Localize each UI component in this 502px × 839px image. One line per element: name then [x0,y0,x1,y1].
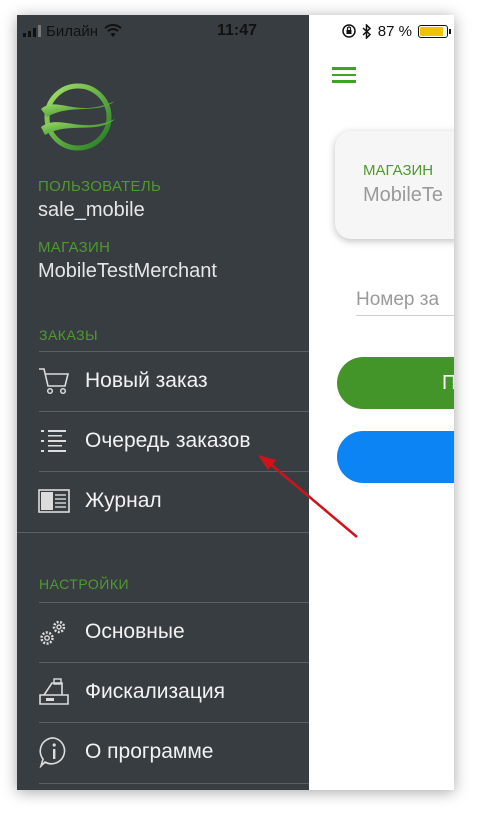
status-bar-right: 87 % [342,21,451,41]
battery-fill [420,26,443,36]
phone-screen: Билайн 11:47 ПОЛЬЗОВАТЕЛЬ sale_mobile МА… [17,15,454,790]
journal-icon [37,484,71,518]
menu-item-label: Очередь заказов [85,429,251,452]
signal-icon [23,25,41,37]
menu-item-label: Журнал [85,489,162,512]
navigation-drawer: Билайн 11:47 ПОЛЬЗОВАТЕЛЬ sale_mobile МА… [17,15,309,790]
menu-item-label: Фискализация [85,680,225,703]
card-store-value: MobileTe [363,184,444,206]
order-number-input[interactable] [356,285,454,316]
menu-item-fiscalization[interactable]: Фискализация [17,662,309,722]
carrier-name: Билайн [46,22,98,40]
store-card: МАГАЗИН MobileTe [335,131,454,239]
battery-percent: 87 % [377,22,412,40]
orientation-lock-icon [342,24,356,38]
app-logo [41,83,115,151]
menu-item-label: О программе [85,740,214,763]
list-icon [37,424,71,458]
menu-item-label: Новый заказ [85,369,208,392]
cart-icon [37,364,71,398]
cash-register-icon [37,675,71,709]
status-time: 11:47 [216,22,258,39]
orders-section-title: ЗАКАЗЫ [39,327,98,343]
menu-item-about[interactable]: О программе [17,722,309,782]
wifi-icon [104,24,122,37]
info-icon [37,735,71,769]
gears-icon [37,615,71,649]
user-label: ПОЛЬЗОВАТЕЛЬ [38,178,162,195]
blue-action-button[interactable] [337,431,454,483]
green-action-button[interactable]: П [337,357,454,409]
hamburger-menu-icon[interactable] [332,67,356,83]
store-value: MobileTestMerchant [38,260,217,282]
menu-item-new-order[interactable]: Новый заказ [17,351,309,411]
card-store-label: МАГАЗИН [363,162,434,179]
menu-item-journal[interactable]: Журнал [17,471,309,531]
menu-item-label: Основные [85,620,185,643]
divider [17,532,309,533]
bluetooth-icon [362,23,371,39]
battery-icon [418,24,451,38]
settings-section-title: НАСТРОЙКИ [39,576,130,592]
menu-item-order-queue[interactable]: Очередь заказов [17,411,309,471]
main-content: 87 % МАГАЗИН MobileTe П [309,15,454,790]
store-label: МАГАЗИН [38,239,111,256]
user-value: sale_mobile [38,199,145,221]
green-button-label: П [442,371,454,394]
menu-item-general[interactable]: Основные [17,602,309,662]
divider [39,783,309,784]
status-bar-left: Билайн [23,21,122,41]
